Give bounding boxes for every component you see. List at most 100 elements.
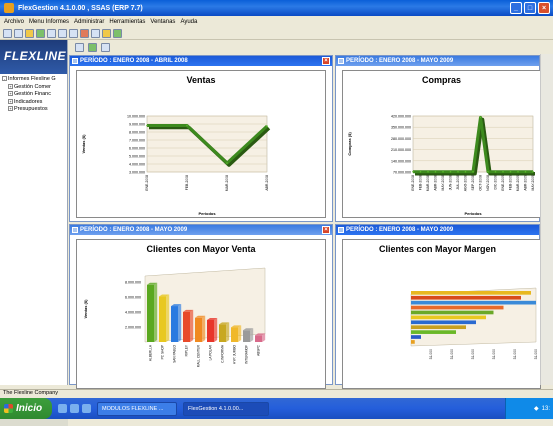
data-point — [464, 170, 467, 173]
bar — [147, 284, 155, 342]
y-tick-label: 6.000.000 — [125, 296, 141, 300]
minimize-button[interactable]: _ — [510, 2, 522, 14]
x-tick-label: ABR-2008 — [433, 175, 437, 191]
data-point — [146, 124, 148, 127]
table-icon[interactable] — [69, 28, 78, 38]
workspace-vertical-scrollbar[interactable] — [540, 54, 553, 385]
y-tick-label: 6.000.000 — [129, 147, 145, 151]
tree-node-root[interactable]: - Informes Flexline G — [2, 76, 65, 84]
data-point — [479, 116, 482, 119]
data-point — [412, 170, 414, 173]
print-icon[interactable] — [101, 42, 110, 52]
task-label: MODULOS FLEXLINE ... — [102, 405, 164, 412]
panel-close-icon[interactable]: × — [322, 57, 330, 65]
document-icon[interactable] — [47, 28, 56, 38]
bar-side — [178, 304, 182, 342]
x-tick-label: MAY-2008 — [441, 175, 445, 191]
open-folder-icon[interactable] — [25, 28, 34, 38]
menu-administrar[interactable]: Administrar — [74, 19, 104, 25]
panel-icon — [338, 58, 344, 64]
help-icon[interactable] — [102, 28, 111, 38]
ventas-panel: PERÍODO : ENERO 2008 - ABRIL 2008 × Vent… — [69, 55, 333, 222]
outlook-icon[interactable] — [70, 404, 79, 413]
start-label: Inicio — [16, 403, 43, 414]
x-tick-label: HYP. JUMBO — [232, 344, 236, 364]
new-doc-icon[interactable] — [3, 28, 12, 38]
panel-close-icon[interactable]: × — [322, 226, 330, 234]
x-tick-label: PC SHOP — [160, 345, 164, 359]
media-icon[interactable] — [82, 404, 91, 413]
x-tick-label: 31.000 — [534, 349, 538, 359]
menu-informes[interactable]: Menu Informes — [29, 19, 69, 25]
save-icon[interactable] — [14, 28, 23, 38]
task-modulos-flexline[interactable]: MODULOS FLEXLINE ... — [97, 401, 177, 416]
y-tick-label: 420.000.000 — [391, 115, 411, 119]
tree-node-presupuestos[interactable]: + Presupuestos — [2, 106, 65, 114]
tree-node-gestion-comercial[interactable]: + Gestión Comer — [2, 84, 65, 92]
panel-icon — [72, 58, 78, 64]
x-tick-label: 31.000 — [513, 349, 517, 359]
bar — [411, 295, 521, 300]
report-tree: - Informes Flexline G + Gestión Comer + Ges… — [0, 74, 67, 116]
navigation-pane: FLEXLINE - Informes Flexline G + Gestión C… — [0, 40, 68, 426]
x-tick-label: ALBERLLA — [148, 344, 152, 361]
bar — [171, 306, 179, 342]
task-flexgestion[interactable]: FlexGestion 4.1.0.00... — [183, 401, 269, 416]
chart-icon[interactable] — [91, 28, 100, 38]
y-tick-label: 8.000.000 — [129, 131, 145, 135]
panel-period: PERÍODO : ENERO 2008 - MAYO 2009 — [346, 227, 454, 233]
task-label: FlexGestion 4.1.0.00... — [188, 405, 244, 412]
x-tick-label: RIPLEY — [184, 344, 188, 356]
grid-icon[interactable] — [58, 28, 67, 38]
expand-icon[interactable]: + — [8, 83, 13, 89]
expand-icon[interactable]: + — [8, 106, 13, 112]
menu-ventanas[interactable]: Ventanas — [150, 19, 175, 25]
y-axis-label: Ventas ($) — [81, 134, 86, 154]
x-tick-label: 31.000 — [450, 349, 454, 359]
panel-titlebar[interactable]: PERÍODO : ENERO 2008 - ABRIL 2008 × — [70, 56, 332, 66]
close-button[interactable]: × — [538, 2, 550, 14]
save-report-icon[interactable] — [75, 42, 84, 52]
data-point — [427, 170, 429, 173]
bar — [411, 315, 486, 320]
refresh-icon[interactable] — [88, 42, 97, 52]
x-tick-label: 31.000 — [429, 349, 433, 359]
ie-icon[interactable] — [58, 404, 67, 413]
panel-titlebar[interactable]: PERÍODO : ENERO 2008 - MAYO 2009 — [336, 56, 539, 66]
tray-network-icon[interactable]: ◆ — [534, 405, 539, 412]
tree-node-label: Informes Flexline G — [8, 76, 56, 82]
window-title: FlexGestion 4.1.0.00 , SSAS (ERP 7.7) — [18, 4, 143, 12]
x-tick-label: ABR-2009 — [523, 175, 527, 191]
bar — [411, 291, 531, 295]
x-tick-label: C.INFORMA — [220, 344, 224, 363]
tree-icon[interactable] — [36, 28, 45, 38]
collapse-icon[interactable]: - — [2, 76, 7, 82]
panel-titlebar[interactable]: PERÍODO : ENERO 2008 - MAYO 2009 — [336, 225, 539, 235]
x-tick-label: OCT-2008 — [478, 175, 482, 191]
report-icon[interactable] — [80, 28, 89, 38]
x-tick-label: 31.000 — [471, 349, 475, 359]
y-tick-label: 2.000.000 — [125, 326, 141, 330]
clientes-margen-chart: Clientes con Mayor Margen 31.000 31.000 31… — [342, 239, 541, 389]
panel-titlebar[interactable]: PERÍODO : ENERO 2008 - MAYO 2009 × — [70, 225, 332, 235]
tree-node-indicadores[interactable]: + Indicadores — [2, 99, 65, 107]
start-button[interactable]: Inicio — [0, 398, 52, 419]
menu-herramientas[interactable]: Herramientas — [109, 19, 145, 25]
data-point — [524, 170, 527, 173]
status-text: The Flexline Company — [3, 390, 59, 396]
expand-icon[interactable]: + — [8, 98, 13, 104]
bar — [255, 335, 263, 342]
report-toolbar — [69, 40, 553, 54]
expand-icon[interactable]: + — [8, 91, 13, 97]
x-tick-label: FEB-2008 — [185, 175, 189, 190]
panel-icon — [338, 227, 344, 233]
menu-archivo[interactable]: Archivo — [4, 19, 24, 25]
maximize-button[interactable]: □ — [524, 2, 536, 14]
tree-node-gestion-financiera[interactable]: + Gestión Financ — [2, 91, 65, 99]
tree-node-label: Gestión Financ — [14, 91, 51, 97]
bar — [411, 330, 456, 334]
menu-ayuda[interactable]: Ayuda — [180, 19, 197, 25]
users-icon[interactable] — [113, 28, 122, 38]
data-point — [509, 170, 512, 173]
tree-horizontal-scrollbar[interactable] — [0, 418, 68, 426]
